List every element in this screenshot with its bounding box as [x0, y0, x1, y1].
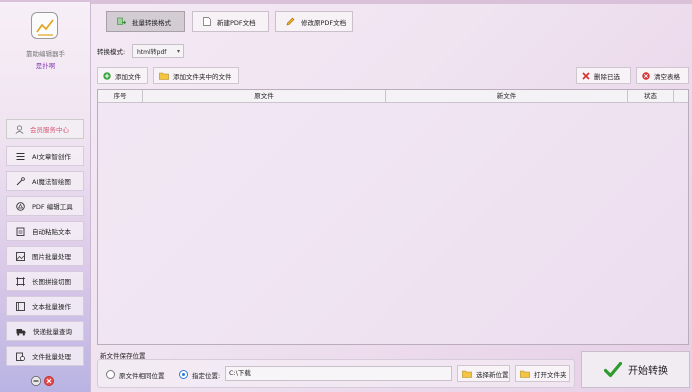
- table-header: 序号 原文件 新文件 状态: [98, 90, 688, 103]
- chevron-down-icon: ▾: [176, 48, 180, 55]
- delete-x-icon: [582, 71, 590, 80]
- tab-label: 修改原PDF文档: [301, 18, 347, 27]
- pencil-icon: [286, 17, 295, 26]
- sidebar-item-label: 快递批量查询: [33, 328, 72, 336]
- mode-select[interactable]: html转pdf ▾: [132, 44, 184, 58]
- sidebar-item-label: 图片批量处理: [32, 253, 71, 261]
- column-header-index[interactable]: 序号: [98, 90, 143, 103]
- sidebar-item-label: 长图拼接切图: [32, 278, 71, 286]
- tab-batch-convert[interactable]: 批量转换格式: [106, 11, 185, 32]
- folder-add-icon: [159, 72, 169, 80]
- radio-custom-location[interactable]: [179, 370, 188, 379]
- add-folder-label: 添加文件夹中的文件: [173, 72, 232, 81]
- sidebar-item-label: AI文章智创作: [32, 153, 71, 161]
- sidebar-item-label: 文件批量处理: [32, 353, 71, 361]
- sidebar: 靠助编辑器手 是扑啊 会员服务中心 AI文章智创作 AI魔法智绘图 PDF 编辑…: [0, 2, 91, 392]
- pdf-tool-icon: [16, 201, 25, 211]
- add-folder-button[interactable]: 添加文件夹中的文件: [153, 67, 239, 84]
- tab-modify-pdf[interactable]: 修改原PDF文档: [275, 11, 353, 32]
- mode-label: 转换模式:: [97, 48, 126, 56]
- image-icon: [16, 251, 25, 261]
- minimize-icon[interactable]: [31, 376, 41, 386]
- open-folder-label: 打开文件夹: [534, 370, 567, 379]
- sidebar-item-text-batch[interactable]: 文本批量操作: [6, 296, 84, 316]
- sidebar-item-ai-draw[interactable]: AI魔法智绘图: [6, 171, 84, 191]
- blank-doc-icon: [203, 17, 211, 26]
- radio-custom-location-label: 指定位置:: [192, 372, 221, 380]
- add-file-label: 添加文件: [115, 72, 141, 81]
- column-header-source[interactable]: 原文件: [143, 90, 386, 103]
- folder-search-icon: [462, 370, 472, 378]
- sidebar-item-express-query[interactable]: 快递批量查询: [6, 321, 84, 341]
- sidebar-item-label: 文本批量操作: [32, 303, 71, 311]
- column-header-filler: [674, 90, 688, 103]
- column-header-new[interactable]: 新文件: [386, 90, 628, 103]
- app-name: 靠助编辑器手: [26, 50, 65, 58]
- member-service-label: 会员服务中心: [30, 126, 69, 134]
- text-doc-icon: [16, 301, 25, 311]
- folder-open-icon: [520, 370, 530, 378]
- sidebar-item-label: PDF 编辑工具: [32, 203, 73, 211]
- close-icon[interactable]: [44, 376, 54, 386]
- column-header-status[interactable]: 状态: [628, 90, 674, 103]
- add-file-button[interactable]: 添加文件: [97, 67, 148, 84]
- open-folder-button[interactable]: 打开文件夹: [515, 365, 570, 382]
- sidebar-window-controls: [31, 376, 54, 386]
- crop-icon: [16, 276, 25, 286]
- delete-selected-label: 删除已选: [594, 72, 620, 81]
- radio-same-location[interactable]: [106, 370, 115, 379]
- clipboard-icon: [16, 227, 25, 236]
- truck-icon: [16, 328, 26, 336]
- clear-table-label: 清空表格: [654, 72, 680, 81]
- tab-label: 新建PDF文档: [217, 18, 256, 27]
- tab-label: 批量转换格式: [132, 18, 171, 27]
- delete-selected-button[interactable]: 删除已选: [576, 67, 631, 84]
- sidebar-item-label: AI魔法智绘图: [32, 178, 71, 186]
- window-top-strip: [0, 0, 692, 4]
- sidebar-item-ai-article[interactable]: AI文章智创作: [6, 146, 84, 166]
- choose-location-label: 选择新位置: [476, 370, 509, 379]
- sidebar-item-auto-paste[interactable]: 自动粘贴文本: [6, 221, 84, 241]
- app-logo-icon: [31, 12, 58, 39]
- tab-new-pdf[interactable]: 新建PDF文档: [192, 11, 269, 32]
- sidebar-item-file-batch[interactable]: 文件批量处理: [6, 346, 84, 366]
- sidebar-item-image-batch[interactable]: 图片批量处理: [6, 246, 84, 266]
- convert-icon: [117, 17, 126, 25]
- clear-table-button[interactable]: 清空表格: [636, 67, 689, 84]
- file-table[interactable]: 序号 原文件 新文件 状态: [97, 89, 689, 345]
- add-icon: [103, 71, 111, 80]
- app-subtitle-link[interactable]: 是扑啊: [0, 60, 91, 70]
- member-service-button[interactable]: 会员服务中心: [6, 119, 84, 139]
- sidebar-item-label: 自动粘贴文本: [32, 228, 71, 236]
- sidebar-item-pdf-tool[interactable]: PDF 编辑工具: [6, 196, 84, 216]
- checkmark-icon: [604, 361, 622, 377]
- radio-same-location-label: 原文件相同位置: [119, 372, 165, 380]
- magic-wand-icon: [16, 176, 25, 185]
- user-icon: [15, 124, 24, 134]
- start-convert-button[interactable]: 开始转换: [581, 351, 690, 388]
- clear-icon: [642, 71, 650, 80]
- start-convert-label: 开始转换: [628, 366, 668, 377]
- mode-value: html转pdf: [137, 48, 167, 56]
- save-path-input[interactable]: C:\下载: [225, 366, 452, 381]
- file-process-icon: [16, 352, 25, 361]
- choose-location-button[interactable]: 选择新位置: [457, 365, 510, 382]
- list-lines-icon: [16, 152, 25, 160]
- sidebar-item-long-image[interactable]: 长图拼接切图: [6, 271, 84, 291]
